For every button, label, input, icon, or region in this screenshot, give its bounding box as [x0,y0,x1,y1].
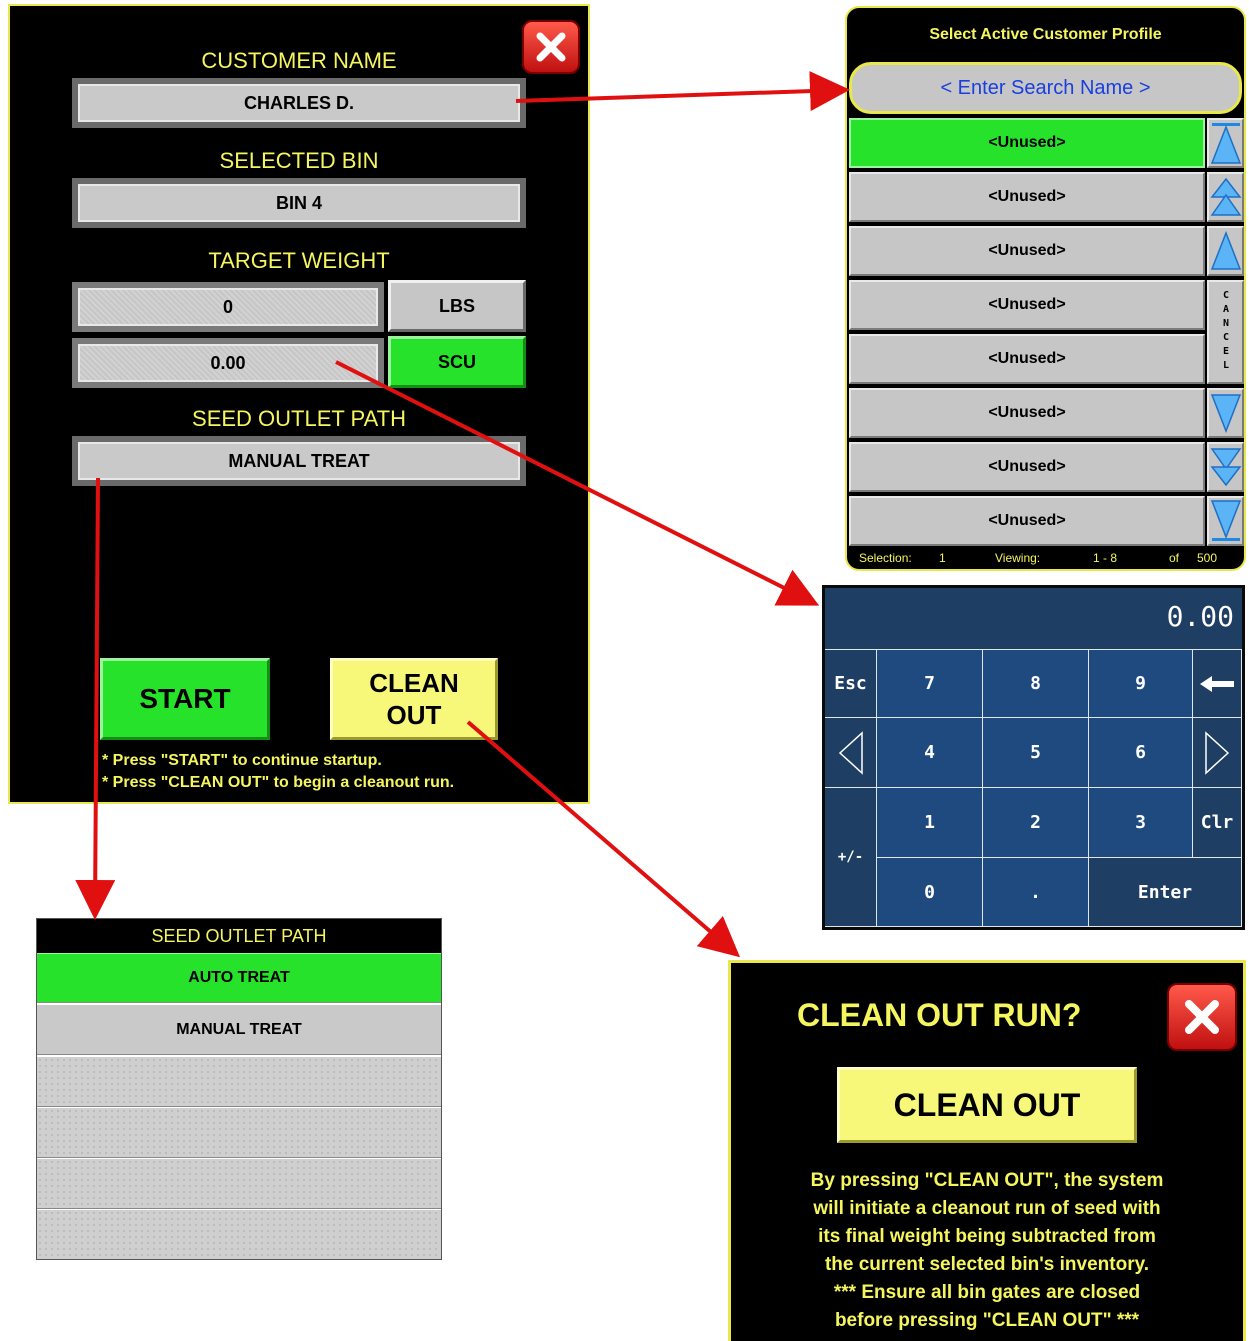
profile-panel-title: Select Active Customer Profile [929,26,1162,43]
outlet-option-empty [37,1210,441,1259]
clear-key[interactable]: Clr [1193,788,1242,858]
key-9[interactable]: 9 [1089,650,1193,718]
customer-profile-panel: Select Active Customer Profile < Enter S… [845,6,1246,571]
cancel-label-vertical: CANCEL [1222,290,1228,371]
customer-name-field[interactable]: CHARLES D. [72,78,526,128]
down-arrow-icon [1210,394,1241,434]
key-1[interactable]: 1 [877,788,983,858]
scroll-bottom-button[interactable] [1207,496,1244,546]
left-triangle-icon [838,730,863,775]
seed-outlet-path-field[interactable]: MANUAL TREAT [72,436,526,486]
profile-row[interactable]: <Unused> [849,334,1205,384]
double-up-arrow-icon [1209,177,1242,216]
customer-name-label: CUSTOMER NAME [201,48,397,73]
scroll-top-icon [1210,123,1241,164]
profile-row[interactable]: <Unused> [849,226,1205,276]
close-icon [1185,1000,1219,1034]
cancel-button[interactable]: CANCEL [1207,280,1244,384]
message-line: before pressing "CLEAN OUT" *** [834,1310,1140,1331]
profile-row[interactable]: <Unused> [849,172,1205,222]
cursor-left-key[interactable] [825,718,877,788]
clean-out-button-line2: OUT [386,700,442,730]
key-5[interactable]: 5 [983,718,1089,788]
key-3[interactable]: 3 [1089,788,1193,858]
esc-key[interactable]: Esc [825,650,877,718]
outlet-option-auto-treat[interactable]: AUTO TREAT [37,953,441,1003]
selected-bin-label: SELECTED BIN [219,148,379,173]
start-button[interactable]: START [100,658,270,740]
clean-out-confirm-panel: CLEAN OUT RUN? CLEAN OUT By pressing "CL… [728,960,1246,1341]
clean-out-message: By pressing "CLEAN OUT", the system will… [731,1167,1243,1335]
backspace-arrow-icon [1200,675,1234,692]
profile-row[interactable]: <Unused> [849,118,1205,168]
clean-out-button[interactable]: CLEAN OUT [330,658,498,740]
selection-value: 1 [939,551,946,565]
clean-out-button-line1: CLEAN [369,668,459,698]
cleanout-hint: * Press "CLEAN OUT" to begin a cleanout … [102,774,455,791]
weight-lbs-field[interactable]: 0 [72,282,384,332]
message-line: will initiate a cleanout run of seed wit… [813,1198,1161,1219]
outlet-option-empty [37,1159,441,1209]
of-label: of [1169,551,1180,565]
seed-outlet-title: SEED OUTLET PATH [37,919,441,953]
close-button[interactable] [1167,983,1237,1051]
weight-scu-field[interactable]: 0.00 [72,338,384,388]
cursor-right-key[interactable] [1193,718,1242,788]
lbs-unit-button[interactable]: LBS [388,280,526,332]
total-value: 500 [1197,551,1218,565]
backspace-key[interactable] [1193,650,1242,718]
key-4[interactable]: 4 [877,718,983,788]
numeric-keypad: 0.00 Esc 7 8 9 4 5 6 +/- 1 2 3 Clr 0 . E… [822,585,1245,930]
message-line: By pressing "CLEAN OUT", the system [810,1170,1164,1191]
enter-key[interactable]: Enter [1089,858,1242,927]
outlet-option-empty [37,1108,441,1158]
page-up-button[interactable] [1207,172,1244,222]
plus-minus-key[interactable]: +/- [825,788,877,927]
profile-status-bar: Selection: 1 Viewing: 1 - 8 of 500 [847,547,1244,569]
search-name-input[interactable]: < Enter Search Name > [849,62,1242,114]
keypad-display: 0.00 [825,588,1242,650]
profile-row[interactable]: <Unused> [849,496,1205,546]
profile-row[interactable]: <Unused> [849,388,1205,438]
key-2[interactable]: 2 [983,788,1089,858]
double-down-arrow-icon [1209,448,1242,487]
selection-label: Selection: [859,551,912,565]
outlet-option-manual-treat[interactable]: MANUAL TREAT [37,1005,441,1055]
seed-outlet-path-panel: SEED OUTLET PATH AUTO TREAT MANUAL TREAT [36,918,442,1260]
profile-row[interactable]: <Unused> [849,280,1205,330]
selected-bin-field[interactable]: BIN 4 [72,178,526,228]
viewing-value: 1 - 8 [1093,551,1118,565]
target-weight-label: TARGET WEIGHT [208,248,390,273]
svg-text:CANCEL: CANCEL [1222,290,1228,371]
decimal-key[interactable]: . [983,858,1089,927]
seed-outlet-path-label: SEED OUTLET PATH [192,406,406,431]
key-7[interactable]: 7 [877,650,983,718]
outlet-option-empty [37,1057,441,1107]
scroll-up-button[interactable] [1207,226,1244,276]
key-8[interactable]: 8 [983,650,1089,718]
page-down-button[interactable] [1207,442,1244,492]
clean-out-confirm-button[interactable]: CLEAN OUT [837,1067,1137,1143]
message-line: *** Ensure all bin gates are closed [833,1282,1141,1303]
key-0[interactable]: 0 [877,858,983,927]
scroll-down-button[interactable] [1207,388,1244,438]
message-line: the current selected bin's inventory. [824,1254,1150,1275]
scroll-top-button[interactable] [1207,118,1244,168]
key-6[interactable]: 6 [1089,718,1193,788]
scroll-bottom-icon [1210,500,1241,541]
message-line: its final weight being subtracted from [818,1226,1156,1247]
main-startup-panel: CUSTOMER NAME CHARLES D. SELECTED BIN BI… [8,4,590,804]
profile-row[interactable]: <Unused> [849,442,1205,492]
viewing-label: Viewing: [995,551,1041,565]
up-arrow-icon [1210,230,1241,270]
clean-out-dialog-title: CLEAN OUT RUN? [797,997,1082,1033]
start-hint: * Press "START" to continue startup. [102,752,382,769]
scu-unit-button[interactable]: SCU [388,336,526,388]
right-triangle-icon [1205,730,1230,775]
